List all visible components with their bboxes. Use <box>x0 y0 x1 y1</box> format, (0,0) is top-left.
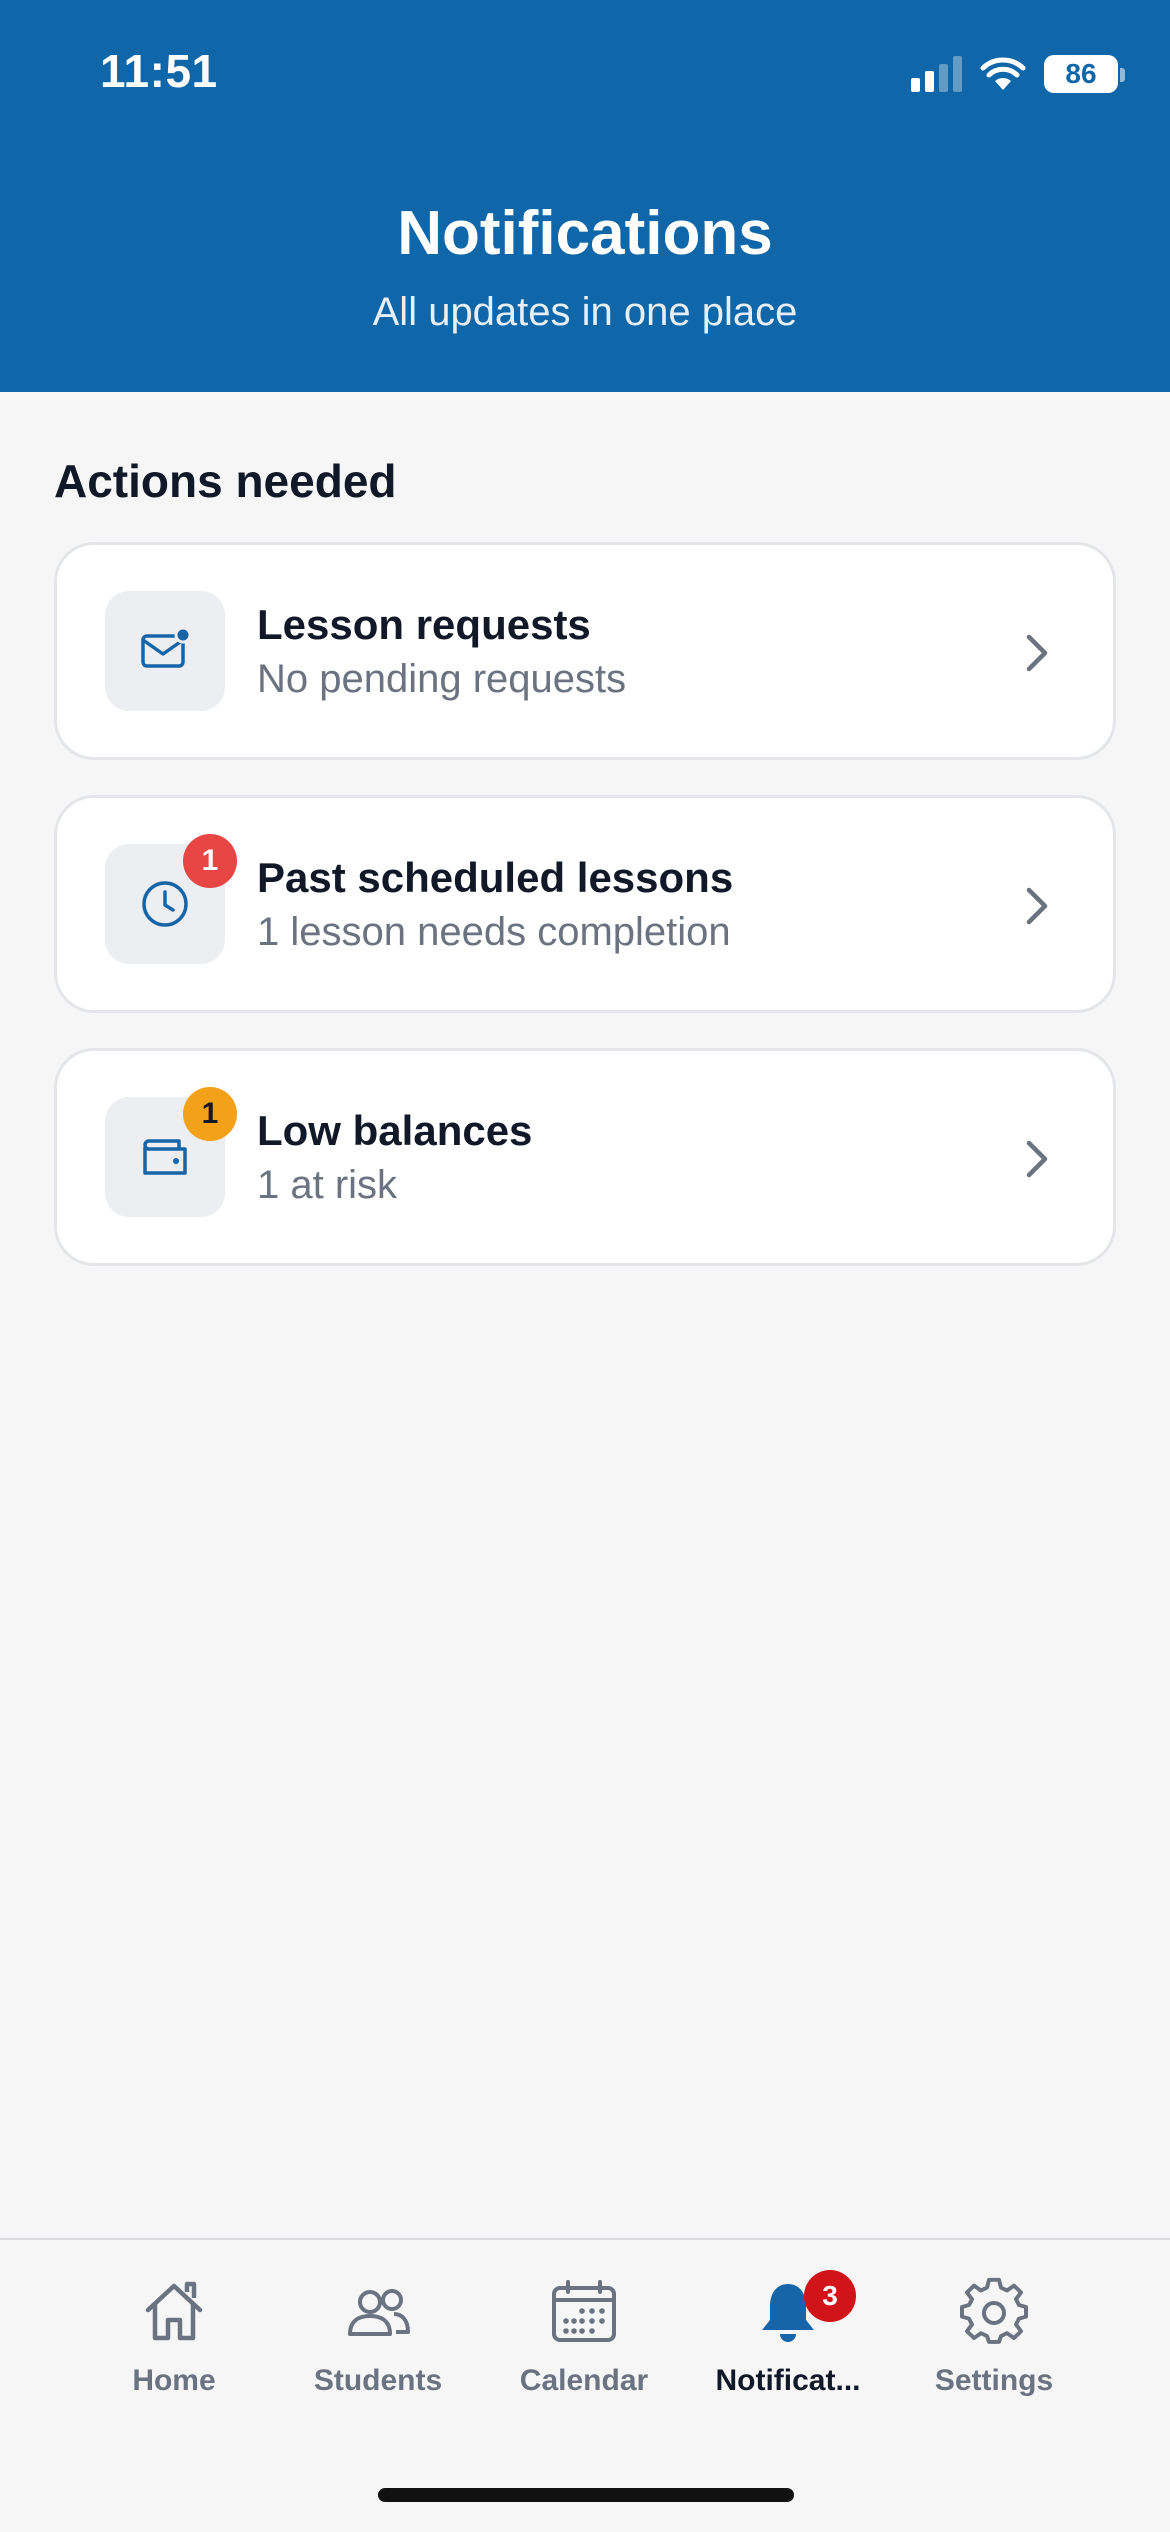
card-low-balances[interactable]: 1 Low balances 1 at risk <box>54 1048 1116 1266</box>
battery-icon: 86 <box>1044 55 1125 93</box>
status-time: 11:51 <box>100 45 218 97</box>
card-title: Past scheduled lessons <box>257 854 734 901</box>
cellular-signal-icon <box>911 56 962 92</box>
chevron-right-icon <box>1026 887 1048 925</box>
mail-icon <box>141 626 192 668</box>
people-icon <box>348 2289 410 2336</box>
home-indicator <box>378 2488 794 2502</box>
card-title: Low balances <box>257 1107 533 1154</box>
section-title: Actions needed <box>54 455 397 507</box>
card-lesson-requests[interactable]: Lesson requests No pending requests <box>54 542 1116 760</box>
gear-icon <box>960 2277 1028 2344</box>
wifi-icon <box>980 57 1026 90</box>
wallet-icon <box>143 1139 187 1175</box>
card-title: Lesson requests <box>257 601 591 648</box>
card-icon-box <box>105 591 225 711</box>
card-badge: 1 <box>183 834 237 888</box>
card-past-scheduled-lessons[interactable]: 1 Past scheduled lessons 1 lesson needs … <box>54 795 1116 1013</box>
page-title: Notifications <box>397 199 773 268</box>
tab-students[interactable]: Students <box>278 2276 478 2416</box>
card-badge: 1 <box>183 1087 237 1141</box>
notification-count-badge: 3 <box>804 2270 856 2322</box>
header-bar: 11:51 86 Notifications All updates in on… <box>0 0 1170 392</box>
card-subtitle: 1 at risk <box>257 1163 398 1207</box>
tab-label: Settings <box>934 2364 1054 2397</box>
tab-settings[interactable]: Settings <box>894 2276 1094 2416</box>
tab-label: Calendar <box>519 2364 649 2397</box>
tab-label: Notificat... <box>715 2364 861 2397</box>
tab-label: Students <box>313 2364 443 2397</box>
house-icon <box>145 2281 203 2341</box>
card-subtitle: No pending requests <box>257 657 627 701</box>
chevron-right-icon <box>1026 1140 1048 1178</box>
tab-notifications[interactable]: 3 Notificat... <box>688 2270 888 2416</box>
status-indicators: 86 <box>911 50 1125 98</box>
calendar-icon <box>552 2280 616 2342</box>
chevron-right-icon <box>1026 634 1048 672</box>
tab-calendar[interactable]: Calendar <box>484 2276 684 2416</box>
page-subtitle: All updates in one place <box>372 290 798 334</box>
clock-icon <box>142 881 188 927</box>
tab-home[interactable]: Home <box>74 2276 274 2416</box>
card-subtitle: 1 lesson needs completion <box>257 910 731 954</box>
tab-label: Home <box>132 2364 216 2397</box>
